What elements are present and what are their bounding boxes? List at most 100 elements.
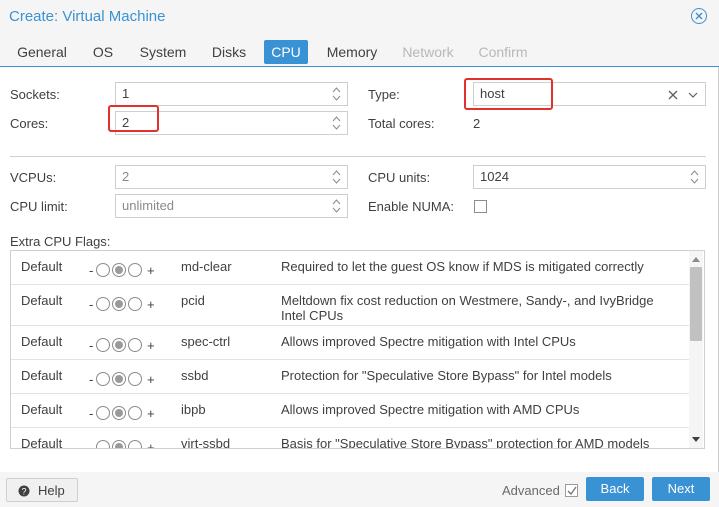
radio-default[interactable] [112, 263, 126, 277]
check-icon [567, 486, 577, 496]
next-button[interactable]: Next [652, 477, 710, 501]
minus-label: - [89, 338, 94, 353]
flag-name: md-clear [181, 259, 232, 274]
table-row: Default - + ibpb Allows improved Spectre… [11, 394, 689, 428]
total-cores-value: 2 [473, 116, 481, 131]
cpu-units-value: 1024 [480, 169, 509, 184]
radio-minus[interactable] [96, 440, 110, 448]
plus-label: + [147, 297, 155, 312]
tab-disks[interactable]: Disks [205, 40, 253, 64]
radio-plus[interactable] [128, 372, 142, 386]
table-row: Default - + md-clear Required to let the… [11, 251, 689, 285]
table-row: Default - + spec-ctrl Allows improved Sp… [11, 326, 689, 360]
flag-toggle[interactable]: - + [89, 295, 159, 313]
flag-description: Protection for "Speculative Store Bypass… [281, 368, 612, 383]
radio-minus[interactable] [96, 338, 110, 352]
tab-system[interactable]: System [133, 40, 193, 64]
plus-label: + [147, 338, 155, 353]
vcpus-label: VCPUs: [10, 170, 57, 185]
minus-label: - [89, 406, 94, 421]
cpu-limit-value: unlimited [122, 198, 175, 213]
svg-text:?: ? [21, 487, 26, 497]
close-icon[interactable] [691, 8, 707, 24]
scroll-up-icon[interactable] [692, 256, 700, 262]
cores-field[interactable]: 2 [115, 111, 348, 135]
flag-description: Required to let the guest OS know if MDS… [281, 259, 644, 274]
radio-plus[interactable] [128, 263, 142, 277]
tab-os[interactable]: OS [86, 40, 120, 64]
minus-label: - [89, 297, 94, 312]
flag-name: spec-ctrl [181, 334, 231, 349]
back-button[interactable]: Back [586, 477, 644, 501]
table-row: Default - + ssbd Protection for "Specula… [11, 360, 689, 394]
cpu-flags-grid: Default - + md-clear Required to let the… [10, 250, 705, 449]
flag-state: Default [21, 436, 63, 449]
sockets-value: 1 [122, 86, 130, 101]
help-button[interactable]: ? Help [6, 478, 78, 502]
radio-plus[interactable] [128, 406, 142, 420]
radio-minus[interactable] [96, 406, 110, 420]
spinner-icon[interactable] [332, 169, 341, 185]
radio-minus[interactable] [96, 372, 110, 386]
clear-icon[interactable] [668, 90, 678, 100]
advanced-checkbox[interactable] [565, 484, 578, 497]
radio-default[interactable] [112, 406, 126, 420]
type-combobox[interactable]: host [473, 82, 706, 106]
extra-flags-label: Extra CPU Flags: [10, 234, 111, 249]
flag-state: Default [21, 368, 63, 383]
flag-name: ibpb [181, 402, 206, 417]
flag-description: Meltdown fix cost reduction on Westmere,… [281, 293, 654, 323]
flag-state: Default [21, 259, 63, 274]
tab-cpu[interactable]: CPU [264, 40, 308, 64]
radio-default[interactable] [112, 372, 126, 386]
flag-name: pcid [181, 293, 205, 308]
minus-label: - [89, 440, 94, 449]
spinner-icon[interactable] [332, 115, 341, 131]
minus-label: - [89, 372, 94, 387]
sockets-field[interactable]: 1 [115, 82, 348, 106]
plus-label: + [147, 372, 155, 387]
vcpus-value: 2 [122, 169, 130, 184]
tab-confirm: Confirm [478, 44, 528, 60]
scroll-down-icon[interactable] [692, 437, 700, 443]
tab-memory[interactable]: Memory [320, 40, 384, 64]
table-row: Default - + pcid Meltdown fix cost reduc… [11, 285, 689, 326]
radio-minus[interactable] [96, 297, 110, 311]
cpu-limit-field[interactable]: unlimited [115, 194, 348, 218]
flag-toggle[interactable]: - + [89, 404, 159, 422]
window-title: Create: Virtual Machine [9, 8, 166, 25]
total-cores-label: Total cores: [368, 116, 435, 131]
spinner-icon[interactable] [690, 169, 699, 185]
radio-default[interactable] [112, 440, 126, 448]
radio-default[interactable] [112, 297, 126, 311]
flag-description: Basis for "Speculative Store Bypass" pro… [281, 436, 650, 449]
advanced-label: Advanced [502, 483, 560, 498]
enable-numa-checkbox[interactable] [474, 200, 487, 213]
spinner-icon[interactable] [332, 86, 341, 102]
flag-toggle[interactable]: - + [89, 261, 159, 279]
flag-state: Default [21, 402, 63, 417]
tab-network: Network [402, 44, 454, 60]
section-divider [10, 156, 706, 157]
flag-toggle[interactable]: - + [89, 336, 159, 354]
cpu-units-field[interactable]: 1024 [473, 165, 706, 189]
vcpus-field[interactable]: 2 [115, 165, 348, 189]
enable-numa-label: Enable NUMA: [368, 199, 454, 214]
type-label: Type: [368, 87, 400, 102]
minus-label: - [89, 263, 94, 278]
flag-toggle[interactable]: - + [89, 438, 159, 449]
table-row: Default - + virt-ssbd Basis for "Specula… [11, 428, 689, 449]
tab-general[interactable]: General [11, 40, 73, 64]
radio-plus[interactable] [128, 338, 142, 352]
radio-minus[interactable] [96, 263, 110, 277]
flag-toggle[interactable]: - + [89, 370, 159, 388]
radio-plus[interactable] [128, 297, 142, 311]
scrollbar-thumb[interactable] [690, 267, 702, 341]
radio-plus[interactable] [128, 440, 142, 448]
help-icon: ? [18, 485, 30, 497]
radio-default[interactable] [112, 338, 126, 352]
plus-label: + [147, 406, 155, 421]
chevron-down-icon[interactable] [688, 92, 698, 98]
plus-label: + [147, 263, 155, 278]
spinner-icon[interactable] [332, 198, 341, 214]
